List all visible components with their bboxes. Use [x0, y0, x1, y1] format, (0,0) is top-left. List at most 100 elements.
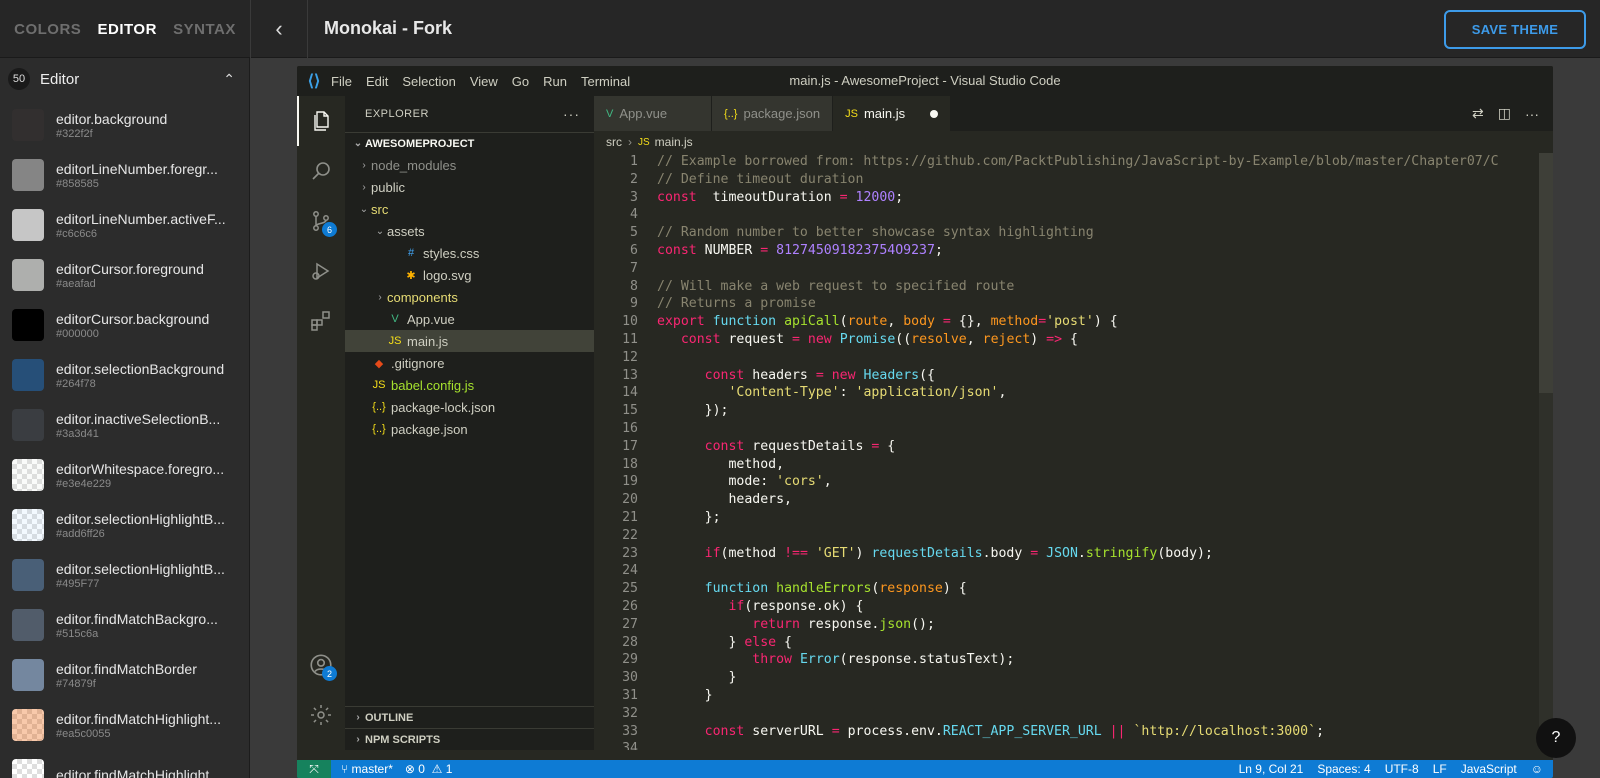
npm-scripts-section[interactable]: › NPM SCRIPTS [345, 728, 594, 750]
palette-item[interactable]: editorWhitespace.foregro... #e3e4e229 [0, 450, 249, 500]
editor-scrollbar[interactable] [1539, 153, 1553, 750]
menu-selection[interactable]: Selection [402, 74, 455, 89]
palette-item[interactable]: editor.selectionHighlightB... #495F77 [0, 550, 249, 600]
tree-item-label: .gitignore [391, 355, 445, 371]
color-swatch[interactable] [12, 209, 44, 241]
color-swatch[interactable] [12, 409, 44, 441]
encoding[interactable]: UTF-8 [1385, 762, 1419, 776]
palette-item[interactable]: editor.inactiveSelectionB... #3a3d41 [0, 400, 249, 450]
tree-item[interactable]: JS main.js [345, 330, 594, 352]
more-actions-icon[interactable]: ··· [1525, 106, 1539, 122]
code-editor[interactable]: 1 // Example borrowed from: https://githu… [594, 153, 1553, 750]
code-token: `http://localhost:3000` [1133, 723, 1317, 739]
palette-item[interactable]: editor.findMatchHighlight... #ea5c0055 [0, 700, 249, 750]
color-swatch[interactable] [12, 559, 44, 591]
tree-item-label: package.json [391, 421, 468, 437]
palette-item[interactable]: editorCursor.foreground #aeafad [0, 250, 249, 300]
remote-icon[interactable]: ⤧ [297, 760, 331, 778]
palette-item[interactable]: editor.findMatchBackgro... #515c6a [0, 600, 249, 650]
color-swatch[interactable] [12, 609, 44, 641]
color-swatch[interactable] [12, 759, 44, 778]
source-control-icon[interactable]: 6 [297, 196, 345, 246]
tree-item[interactable]: # styles.css [345, 242, 594, 264]
split-editor-icon[interactable]: ◫ [1498, 105, 1511, 122]
tree-item[interactable]: ◆ .gitignore [345, 352, 594, 374]
branch-status[interactable]: ⑂ master* [341, 762, 393, 776]
tree-item[interactable]: ⌄ src [345, 198, 594, 220]
compare-changes-icon[interactable]: ⇄ [1472, 105, 1484, 122]
menu-go[interactable]: Go [512, 74, 529, 89]
editor-tab[interactable]: V App.vue [594, 96, 712, 131]
color-swatch[interactable] [12, 459, 44, 491]
tree-item[interactable]: {..} package.json [345, 418, 594, 440]
color-swatch[interactable] [12, 109, 44, 141]
tree-item[interactable]: ✱ logo.svg [345, 264, 594, 286]
tree-item[interactable]: {..} package-lock.json [345, 396, 594, 418]
more-actions-icon[interactable]: ··· [563, 106, 580, 122]
end-of-line[interactable]: LF [1433, 762, 1447, 776]
menu-view[interactable]: View [470, 74, 498, 89]
tab-editor[interactable]: EDITOR [98, 21, 157, 38]
problems-status[interactable]: ⊗ 0 ⚠ 1 [405, 762, 453, 776]
palette-item[interactable]: editor.findMatchHighlight... [0, 750, 249, 778]
chevron-up-icon[interactable]: ⌃ [223, 71, 235, 88]
explorer-files-icon[interactable] [297, 96, 345, 146]
tree-item[interactable]: › components [345, 286, 594, 308]
tab-syntax[interactable]: SYNTAX [173, 21, 236, 38]
code-token: const [704, 367, 745, 383]
tab-colors[interactable]: COLORS [14, 21, 81, 38]
outline-section[interactable]: › OUTLINE [345, 706, 594, 728]
cursor-position[interactable]: Ln 9, Col 21 [1239, 762, 1304, 776]
color-swatch[interactable] [12, 359, 44, 391]
unsaved-dot-icon[interactable] [930, 109, 939, 118]
extensions-icon[interactable] [297, 296, 345, 346]
palette-item[interactable]: editorLineNumber.foregr... #858585 [0, 150, 249, 200]
palette-section-header[interactable]: 50 Editor ⌃ [0, 58, 249, 100]
code-text: // Example borrowed from: https://github… [657, 153, 1499, 171]
color-swatch[interactable] [12, 709, 44, 741]
color-swatch[interactable] [12, 309, 44, 341]
project-folder-header[interactable]: ⌄ AWESOMEPROJECT [345, 132, 594, 154]
help-button[interactable]: ? [1536, 718, 1576, 758]
gear-icon[interactable] [297, 690, 345, 740]
indentation[interactable]: Spaces: 4 [1317, 762, 1370, 776]
palette-item[interactable]: editor.findMatchBorder #74879f [0, 650, 249, 700]
menu-edit[interactable]: Edit [366, 74, 388, 89]
code-line: 16 [594, 420, 1553, 438]
breadcrumb-folder[interactable]: src [606, 135, 622, 149]
file-type-icon: {..} [372, 401, 386, 413]
palette-count-badge: 50 [8, 68, 30, 90]
menu-run[interactable]: Run [543, 74, 567, 89]
palette-item[interactable]: editor.selectionHighlightB... #add6ff26 [0, 500, 249, 550]
tree-item[interactable]: › node_modules [345, 154, 594, 176]
search-icon[interactable] [297, 146, 345, 196]
language-mode[interactable]: JavaScript [1461, 762, 1517, 776]
color-swatch[interactable] [12, 509, 44, 541]
tree-item[interactable]: JS babel.config.js [345, 374, 594, 396]
editor-tab[interactable]: JS main.js [833, 96, 952, 131]
editor-tab[interactable]: {..} package.json [712, 96, 834, 131]
breadcrumb-file[interactable]: main.js [655, 135, 693, 149]
tree-item[interactable]: › public [345, 176, 594, 198]
tree-item[interactable]: ⌄ assets [345, 220, 594, 242]
menu-file[interactable]: File [331, 74, 352, 89]
line-number: 7 [630, 260, 638, 276]
scrollbar-thumb[interactable] [1539, 153, 1553, 393]
color-swatch[interactable] [12, 659, 44, 691]
save-theme-button[interactable]: SAVE THEME [1444, 10, 1586, 49]
tree-item[interactable]: V App.vue [345, 308, 594, 330]
feedback-smiley-icon[interactable]: ☺ [1531, 762, 1543, 776]
palette-item[interactable]: editorLineNumber.activeF... #c6c6c6 [0, 200, 249, 250]
run-debug-icon[interactable] [297, 246, 345, 296]
menu-terminal[interactable]: Terminal [581, 74, 630, 89]
palette-item[interactable]: editor.background #322f2f [0, 100, 249, 150]
palette-item[interactable]: editor.selectionBackground #264f78 [0, 350, 249, 400]
color-swatch[interactable] [12, 259, 44, 291]
back-chevron-icon[interactable]: ‹ [250, 0, 308, 58]
accounts-icon[interactable]: 2 [297, 640, 345, 690]
palette-item[interactable]: editorCursor.background #000000 [0, 300, 249, 350]
color-swatch[interactable] [12, 159, 44, 191]
